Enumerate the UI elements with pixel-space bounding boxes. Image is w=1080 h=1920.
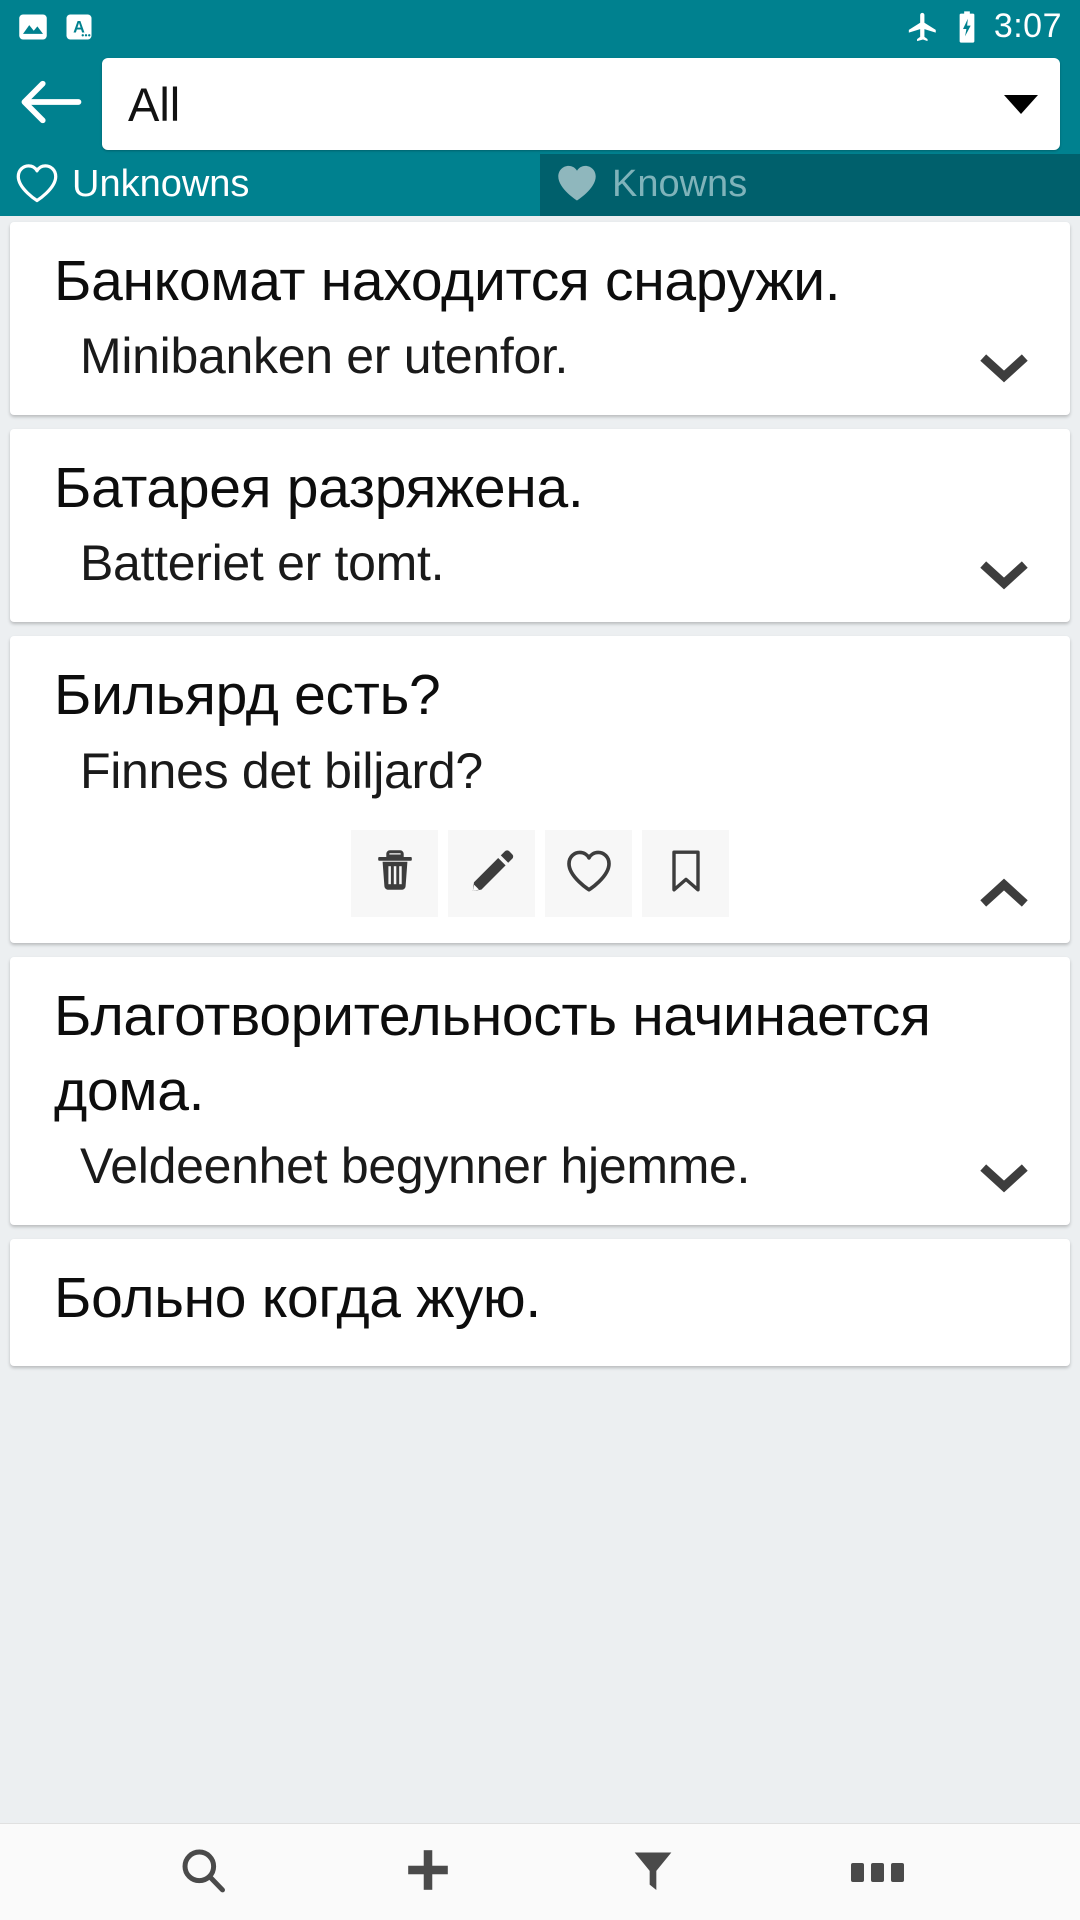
phrase-term: Батарея разряжена. [54, 456, 584, 521]
back-button[interactable] [14, 67, 88, 141]
category-spinner[interactable]: All [102, 58, 1060, 150]
phrase-term: Банкомат находится снаружи. [54, 249, 841, 313]
more-horizontal-icon [851, 1862, 904, 1882]
list-item[interactable]: Больно когда жую. [10, 1239, 1070, 1367]
phrase-translation: Finnes det biljard? [80, 742, 483, 799]
list-item[interactable]: Благотворительность начинается дома. Vel… [10, 956, 1070, 1226]
overflow-button[interactable] [830, 1824, 926, 1920]
svg-text:A: A [73, 19, 85, 37]
image-icon [18, 12, 48, 42]
status-bar-right: 3:07 [906, 9, 1062, 45]
bookmark-button[interactable] [642, 829, 729, 917]
battery-charging-icon [954, 10, 980, 44]
phrase-translation: Minibanken er utenfor. [80, 328, 569, 385]
triangle-down-icon [1004, 94, 1038, 114]
add-button[interactable] [380, 1824, 476, 1920]
phrase-translation [10, 1336, 1070, 1340]
arrow-back-icon [18, 74, 84, 135]
status-bar-clock: 3:07 [993, 7, 1062, 45]
delete-button[interactable] [351, 829, 438, 917]
tab-knowns[interactable]: Knowns [540, 154, 1080, 216]
app-bar: All [0, 54, 1080, 154]
edit-button[interactable] [448, 829, 535, 917]
phrase-list[interactable]: Банкомат находится снаружи. Minibanken e… [0, 216, 1080, 1823]
keyboard-language-icon: A [64, 12, 94, 42]
phrase-translation: Batteriet er tomt. [80, 535, 445, 592]
filter-button[interactable] [605, 1824, 701, 1920]
bottom-toolbar [0, 1823, 1080, 1920]
status-bar-left: A [18, 12, 94, 42]
funnel-icon [628, 1844, 678, 1901]
expand-toggle[interactable] [976, 558, 1032, 594]
card-action-row [10, 829, 1070, 917]
chevron-down-icon [977, 350, 1031, 389]
heart-filled-icon [554, 162, 600, 209]
expand-toggle[interactable] [976, 1161, 1032, 1197]
chevron-down-icon [977, 557, 1031, 596]
chevron-up-icon [977, 877, 1031, 916]
expand-toggle[interactable] [976, 351, 1032, 387]
phrase-term: Больно когда жую. [54, 1266, 541, 1331]
tab-bar: Unknowns Knowns [0, 154, 1080, 216]
list-item[interactable]: Банкомат находится снаружи. Minibanken e… [10, 222, 1070, 416]
tab-unknowns-label: Unknowns [72, 162, 250, 205]
app-root: A 3:07 All Unknowns Knowns Банкомат нахо… [0, 0, 1080, 1920]
list-item[interactable]: Бильярд есть? Finnes det biljard? [10, 636, 1070, 943]
search-icon [177, 1844, 229, 1901]
trash-icon [371, 847, 419, 900]
plus-icon [401, 1843, 455, 1902]
tab-knowns-label: Knowns [612, 162, 748, 205]
tab-unknowns[interactable]: Unknowns [0, 154, 540, 216]
category-spinner-value: All [128, 77, 181, 131]
pencil-icon [468, 847, 516, 900]
phrase-term: Бильярд есть? [54, 663, 441, 728]
phrase-term: Благотворительность начинается дома. [54, 983, 931, 1123]
airplane-mode-icon [906, 10, 940, 44]
chevron-down-icon [977, 1160, 1031, 1199]
heart-outline-icon [14, 162, 60, 209]
phrase-translation: Veldeenhet begynner hjemme. [80, 1138, 751, 1195]
collapse-toggle[interactable] [976, 877, 1032, 916]
status-bar: A 3:07 [0, 0, 1080, 54]
favorite-button[interactable] [545, 829, 632, 917]
search-button[interactable] [155, 1824, 251, 1920]
bookmark-icon [663, 847, 709, 900]
heart-outline-icon [564, 846, 614, 901]
list-item[interactable]: Батарея разряжена. Batteriet er tomt. [10, 429, 1070, 623]
